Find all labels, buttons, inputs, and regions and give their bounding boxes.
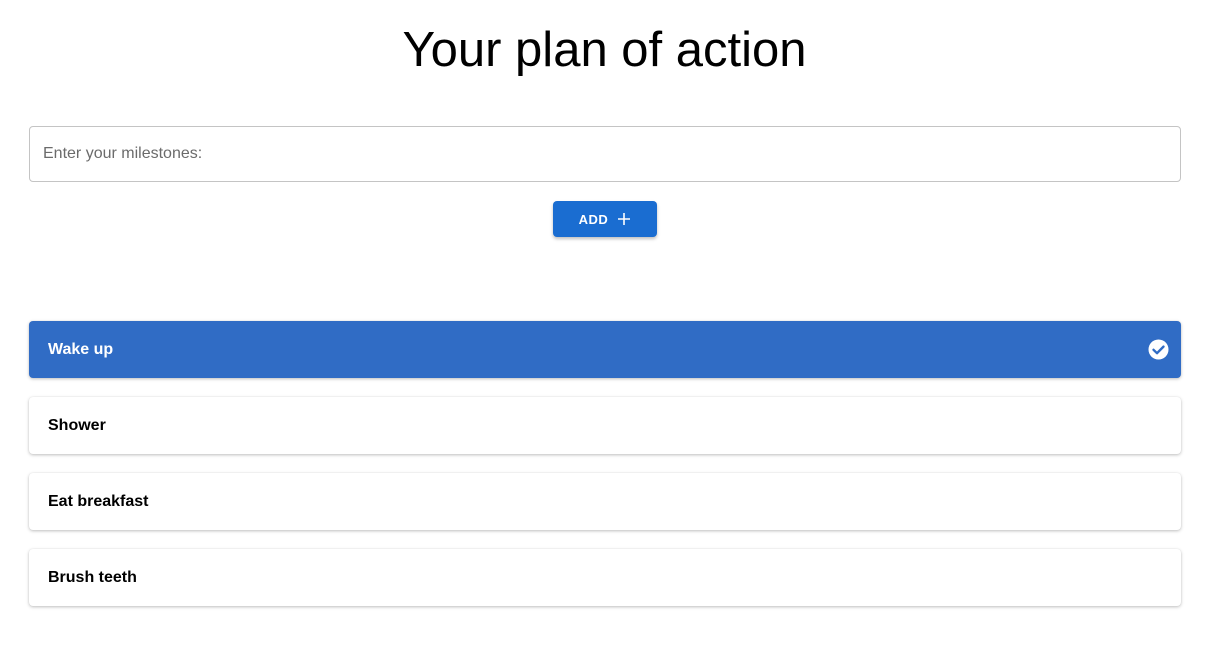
milestone-label: Wake up xyxy=(48,340,114,358)
milestone-label: Eat breakfast xyxy=(48,492,149,510)
milestone-label: Shower xyxy=(48,416,106,434)
milestone-label: Brush teeth xyxy=(48,568,137,586)
add-button[interactable]: ADD xyxy=(553,201,657,237)
plus-icon xyxy=(617,212,631,226)
milestone-list: Wake up Shower Eat breakfast Brush teeth xyxy=(29,321,1181,625)
milestone-item[interactable]: Shower xyxy=(29,397,1181,454)
milestone-item[interactable]: Eat breakfast xyxy=(29,473,1181,530)
page-title: Your plan of action xyxy=(402,23,807,77)
milestone-input[interactable] xyxy=(29,126,1181,182)
page: Your plan of action ADD Wake up Shower E… xyxy=(0,0,1215,653)
milestone-item[interactable]: Brush teeth xyxy=(29,549,1181,606)
add-button-label: ADD xyxy=(578,211,609,227)
check-circle-icon[interactable] xyxy=(1148,339,1169,360)
milestone-item[interactable]: Wake up xyxy=(29,321,1181,378)
